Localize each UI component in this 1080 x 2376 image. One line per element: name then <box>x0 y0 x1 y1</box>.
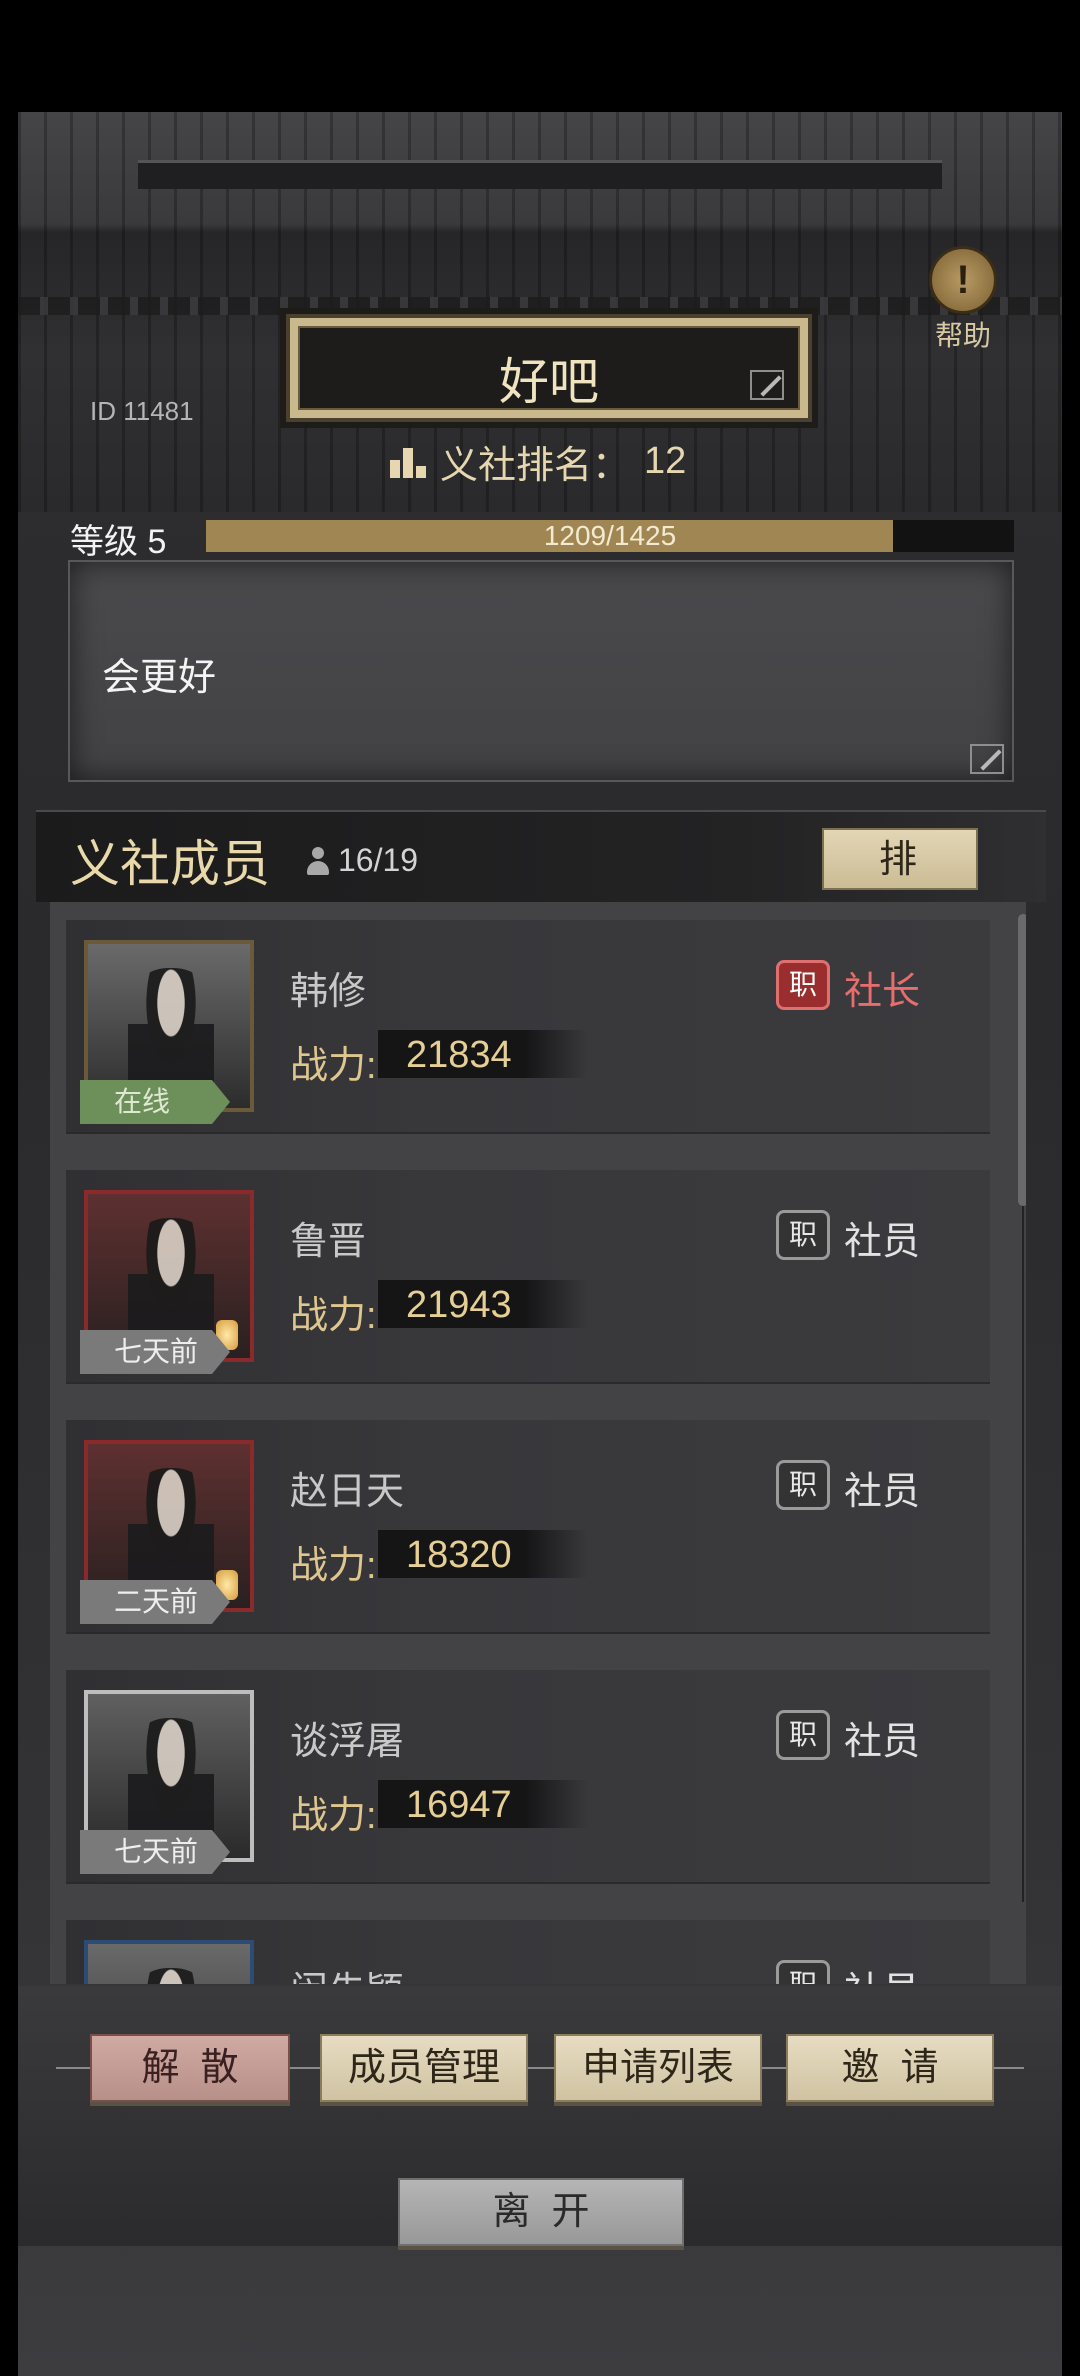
edit-notice-icon[interactable] <box>970 744 1004 774</box>
rank-value: 12 <box>644 440 687 482</box>
power-label: 战力: <box>290 1545 377 1587</box>
avatar <box>84 1940 254 1984</box>
role-text: 社长 <box>844 971 921 1013</box>
status-tag: 七天前 <box>80 1830 230 1874</box>
members-title: 义社成员 <box>70 836 270 892</box>
disband-button[interactable]: 解 散 <box>90 2034 290 2102</box>
members-count: 16/19 <box>306 842 418 879</box>
role-badge: 职 <box>776 1210 830 1260</box>
sort-button[interactable]: 排序 <box>822 828 978 941</box>
role-badge: 职 <box>776 1960 830 1984</box>
power-value: 16947 <box>406 1784 512 1826</box>
member-row[interactable]: 在线 韩修 战力: 21834 职 社长 <box>66 920 990 1134</box>
member-name: 赵日天 <box>290 1471 405 1513</box>
role-badge: 职 <box>776 1710 830 1760</box>
guild-id: ID 11481 <box>90 396 194 426</box>
status-tag: 二天前 <box>80 1580 230 1624</box>
exp-text: 1209/1425 <box>543 520 677 551</box>
notice-text: 会更好 <box>102 657 217 699</box>
power-label: 战力: <box>290 1795 377 1837</box>
member-list[interactable]: 在线 韩修 战力: 21834 职 社长 七天前 鲁晋 战力: 21943 职 … <box>50 902 1026 1984</box>
status-tag: 在线 <box>80 1080 230 1124</box>
help-button[interactable]: ! 帮助 <box>926 246 1000 354</box>
members-count-value: 16/19 <box>338 842 419 878</box>
scrollbar[interactable] <box>1018 914 1026 1206</box>
rank-label: 义社排名： <box>440 445 631 487</box>
member-name: 谈浮屠 <box>290 1721 405 1763</box>
power-label: 战力: <box>290 1045 377 1087</box>
power-value: 21943 <box>406 1284 512 1326</box>
application-list-button[interactable]: 申请列表 <box>554 2034 762 2102</box>
exp-bar: 1209/1425 <box>206 520 1014 552</box>
power-value: 18320 <box>406 1534 512 1576</box>
level-label: 等级 5 <box>70 523 167 561</box>
role-badge: 职 <box>776 1460 830 1510</box>
power-value: 21834 <box>406 1034 512 1076</box>
edit-name-icon[interactable] <box>750 370 784 400</box>
guild-panel: ! 帮助 好吧 ID 11481 义社排名： 12 等级 5 1209/1425… <box>18 112 1062 2376</box>
guild-name-plaque: 好吧 <box>286 314 812 422</box>
member-row[interactable]: 七天前 鲁晋 战力: 21943 职 社员 <box>66 1170 990 1384</box>
roof-ridge <box>138 160 942 189</box>
members-header: 义社成员 16/19 排序 <box>36 810 1046 941</box>
invite-button[interactable]: 邀 请 <box>786 2034 994 2102</box>
role-badge: 职 <box>776 960 830 1010</box>
manage-members-button[interactable]: 成员管理 <box>320 2034 528 2102</box>
guild-notice: 会更好 <box>68 560 1014 782</box>
exclamation-icon: ! <box>929 246 997 314</box>
roof-eave <box>18 297 1062 315</box>
help-label: 帮助 <box>934 320 991 351</box>
guild-name: 好吧 <box>499 354 599 410</box>
scroll-track <box>1022 1202 1024 1902</box>
member-name: 闵先颖 <box>290 1960 404 1984</box>
role-text: 社员 <box>844 1721 921 1763</box>
power-label: 战力: <box>290 1295 377 1337</box>
member-row[interactable]: 闵先颖 职 社员 <box>66 1920 990 1984</box>
person-icon <box>306 846 330 875</box>
role-text: 社员 <box>844 1960 920 1984</box>
member-name: 韩修 <box>290 971 367 1013</box>
status-tag: 七天前 <box>80 1330 230 1374</box>
member-row[interactable]: 七天前 谈浮屠 战力: 16947 职 社员 <box>66 1670 990 1884</box>
leave-button[interactable]: 离 开 <box>398 2178 684 2246</box>
role-text: 社员 <box>844 1471 921 1513</box>
member-name: 鲁晋 <box>290 1221 367 1263</box>
rank-bars-icon <box>390 446 426 478</box>
role-text: 社员 <box>844 1221 921 1263</box>
guild-rank: 义社排名： 12 <box>390 434 686 489</box>
member-row[interactable]: 二天前 赵日天 战力: 18320 职 社员 <box>66 1420 990 1634</box>
